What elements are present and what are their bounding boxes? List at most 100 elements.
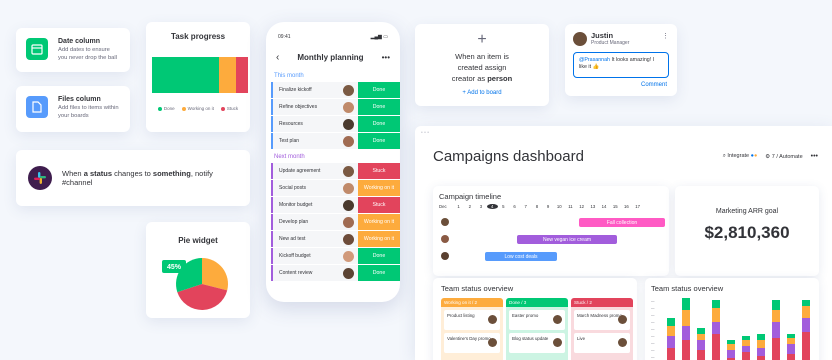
timeline-bar[interactable]: New vegan ice cream	[517, 235, 617, 244]
kanban-card-title: March Madness promo	[577, 313, 622, 318]
status-cell[interactable]: Done	[358, 133, 400, 149]
timeline-bar[interactable]: Fall collection	[579, 218, 665, 227]
item-name[interactable]: Finalize kickoff	[273, 87, 343, 93]
add-to-board-link[interactable]: + Add to board	[415, 90, 549, 96]
more-icon[interactable]: •••	[811, 153, 818, 160]
item-name[interactable]: Kickoff budget	[273, 253, 343, 259]
automation-recipe[interactable]: When a status changes to something, noti…	[16, 150, 250, 206]
kanban-card[interactable]: March Madness promo	[574, 310, 630, 330]
team-status-kanban[interactable]: Team status overview Working on it / 2 Pr…	[433, 278, 637, 360]
bar-segment	[757, 340, 765, 348]
board-item-row[interactable]: Monitor budget Stuck	[271, 197, 400, 214]
timeline-day: 11	[568, 204, 573, 209]
board-item-row[interactable]: Social posts Working on it	[271, 180, 400, 197]
task-progress-widget[interactable]: Task progress Done Working on it Stuck	[146, 22, 250, 132]
automate-button[interactable]: ⚙ 7 / Automate	[765, 154, 802, 160]
item-name[interactable]: Develop plan	[273, 219, 343, 225]
item-name[interactable]: New ad test	[273, 236, 343, 242]
board-item-row[interactable]: New ad test Working on it	[271, 231, 400, 248]
bar-segment	[667, 318, 675, 326]
status-cell[interactable]: Done	[358, 82, 400, 98]
kanban-column: Done / 3 Easter promo Blog status update	[506, 298, 568, 360]
legend-label: Working on it	[187, 106, 214, 111]
kanban-card-title: Easter promo	[512, 313, 539, 318]
kanban-card[interactable]: Product listing	[444, 310, 500, 330]
status-cell[interactable]: Stuck	[358, 163, 400, 179]
kanban-card[interactable]: Easter promo	[509, 310, 565, 330]
timeline-bar[interactable]: Low cost deals	[485, 252, 557, 261]
board-item-row[interactable]: Finalize kickoff Done	[271, 82, 400, 99]
date-column-card[interactable]: Date column Add dates to ensure you neve…	[16, 28, 130, 72]
board-item-row[interactable]: Test plan Done	[271, 133, 400, 150]
automation-mid: changes to	[112, 169, 153, 178]
status-cell[interactable]: Working on it	[358, 231, 400, 247]
board-item-row[interactable]: Refine objectives Done	[271, 99, 400, 116]
bar-segment	[712, 300, 720, 308]
avatar	[618, 338, 627, 347]
item-name[interactable]: Resources	[273, 121, 343, 127]
avatar	[343, 182, 354, 194]
item-name[interactable]: Test plan	[273, 138, 343, 144]
kanban-card-title: Valentine's Day promo	[447, 336, 491, 341]
item-name[interactable]: Content review	[273, 270, 343, 276]
item-name[interactable]: Refine objectives	[273, 104, 343, 110]
board-item-row[interactable]: Develop plan Working on it	[271, 214, 400, 231]
group-next-month: Update agreement Stuck Social posts Working…	[266, 163, 400, 282]
timeline-day: 9	[546, 204, 550, 209]
status-cell[interactable]: Done	[358, 99, 400, 115]
progress-segment-stuck	[236, 57, 248, 93]
timeline-day: 14	[601, 204, 607, 209]
team-status-chart[interactable]: Team status overview — — — — — — — — —	[645, 278, 819, 360]
board-item-row[interactable]: Content review Done	[271, 265, 400, 282]
kanban-column-header[interactable]: Working on it / 2	[441, 298, 503, 307]
back-arrow-icon[interactable]: ‹	[276, 52, 279, 63]
timeline-day: 3	[479, 204, 483, 209]
group-title-this-month[interactable]: This month	[266, 69, 400, 82]
bar-segment	[727, 350, 735, 358]
kanban-column-header[interactable]: Done / 3	[506, 298, 568, 307]
timeline-day: 13	[590, 204, 596, 209]
timeline-day: 4	[486, 204, 498, 209]
timeline-days: 1 2 3 4 5 6 7 8 9 10 11 12 13 14 15 16 17	[453, 204, 643, 209]
kanban-card[interactable]: Blog status update	[509, 333, 565, 353]
integrate-button[interactable]: ⌕ Integrate ●●	[723, 153, 758, 160]
kanban-card[interactable]: Valentine's Day promo	[444, 333, 500, 353]
more-icon[interactable]: ⋮	[662, 32, 669, 40]
mention[interactable]: @Prasannah	[579, 57, 610, 63]
status-cell[interactable]: Stuck	[358, 197, 400, 213]
avatar	[343, 84, 354, 96]
bar-segment	[757, 356, 765, 360]
comment-input[interactable]: @Prasannah It looks amazing! I like it 👍	[573, 52, 669, 78]
avatar	[488, 338, 497, 347]
more-icon[interactable]: •••	[382, 53, 390, 62]
item-name[interactable]: Update agreement	[273, 168, 343, 174]
kanban-column-header[interactable]: Stuck / 2	[571, 298, 633, 307]
files-column-card[interactable]: Files column Add files to items within y…	[16, 86, 130, 132]
campaigns-dashboard: • • • Campaigns dashboard ⌕ Integrate ●●…	[415, 126, 832, 360]
timeline-day: 2	[468, 204, 471, 209]
campaign-timeline-widget[interactable]: Campaign timeline Dec 1 2 3 4 5 6 7 8 9 10 11 12 13 1…	[433, 186, 669, 276]
group-title-next-month[interactable]: Next month	[266, 150, 400, 163]
status-cell[interactable]: Done	[358, 265, 400, 281]
widget-title: Pie widget	[178, 236, 218, 245]
new-item-automation[interactable]: + When an item is created assign creator…	[415, 24, 549, 106]
status-cell[interactable]: Working on it	[358, 180, 400, 196]
arr-goal-widget[interactable]: Marketing ARR goal $2,810,360	[675, 186, 819, 276]
status-cell[interactable]: Done	[358, 116, 400, 132]
legend-dot	[181, 106, 186, 111]
comment-button[interactable]: Comment	[641, 82, 667, 88]
board-item-row[interactable]: Resources Done	[271, 116, 400, 133]
bar-segment	[802, 318, 810, 332]
board-item-row[interactable]: Update agreement Stuck	[271, 163, 400, 180]
pie-widget[interactable]: Pie widget 45%	[146, 222, 250, 318]
integrate-label: Integrate	[727, 153, 750, 159]
status-cell[interactable]: Done	[358, 248, 400, 264]
avatar	[553, 338, 562, 347]
item-name[interactable]: Social posts	[273, 185, 343, 191]
kanban-card[interactable]: Live	[574, 333, 630, 353]
board-item-row[interactable]: Kickoff budget Done	[271, 248, 400, 265]
dashboard-toolbar: ⌕ Integrate ●● ⚙ 7 / Automate •••	[723, 153, 818, 160]
item-name[interactable]: Monitor budget	[273, 202, 343, 208]
status-cell[interactable]: Working on it	[358, 214, 400, 230]
new-item-line-text: creator as	[451, 73, 488, 83]
